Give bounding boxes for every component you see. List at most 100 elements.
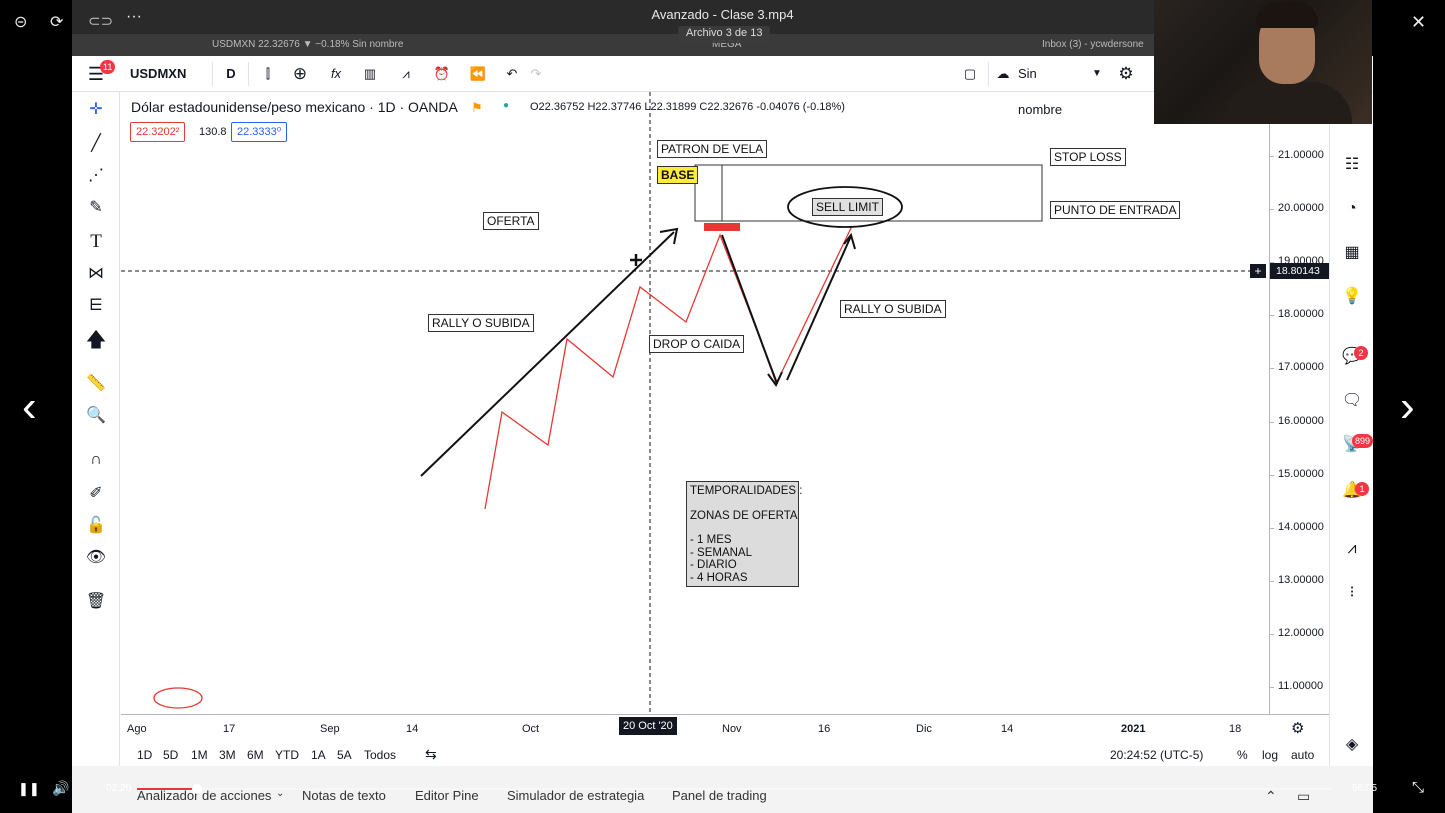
chart-title[interactable]: Dólar estadounidense/peso mexicano · 1D … (131, 99, 458, 115)
progress-knob[interactable] (191, 784, 202, 794)
redo-icon[interactable]: ↷ (524, 56, 548, 92)
presenter-shirt (1224, 82, 1352, 124)
label-punto-de-entrada[interactable]: PUNTO DE ENTRADA (1050, 201, 1181, 219)
add-alert-plus-icon[interactable]: + (1250, 264, 1266, 278)
calendar-icon[interactable]: ▦ (1339, 240, 1365, 266)
video-player: USDMXN 22.32676 ▼ −0.18% Sin nombre MEGA… (0, 0, 1445, 813)
time-label: 2021 (1121, 723, 1146, 735)
hotlist-icon[interactable]: ◔ (1339, 196, 1365, 222)
label-oferta[interactable]: OFERTA (483, 212, 539, 230)
fullscreen-icon[interactable]: ▢ (958, 56, 982, 92)
range-5a[interactable]: 5A (337, 748, 352, 762)
percent-toggle[interactable]: % (1237, 748, 1248, 762)
range-1a[interactable]: 1A (311, 748, 326, 762)
eye-icon[interactable]: 👁 (84, 546, 108, 570)
label-stop-loss[interactable]: STOP LOSS (1050, 148, 1126, 166)
magnet-icon[interactable]: ∩ (84, 448, 108, 472)
ideas-icon[interactable]: 💡 (1339, 284, 1365, 310)
settings-icon[interactable]: ⚙ (1114, 56, 1138, 92)
clock[interactable]: 20:24:52 (UTC-5) (1110, 748, 1203, 762)
layers-icon[interactable]: ◈ (1339, 732, 1365, 758)
layout-name[interactable]: Sin nombre (1018, 56, 1084, 117)
order-panel-icon[interactable]: ⁝ (1339, 580, 1365, 606)
range-ytd[interactable]: YTD (275, 748, 299, 762)
range-todos[interactable]: Todos (364, 748, 396, 762)
browser-tab-usdmxn[interactable]: USDMXN 22.32676 ▼ −0.18% Sin nombre (212, 39, 403, 50)
goto-date-icon[interactable]: ⇆ (425, 746, 437, 763)
tf-title: TEMPORALIDADES : (690, 485, 803, 497)
range-6m[interactable]: 6M (247, 748, 264, 762)
candles-icon[interactable]: ⫿ (256, 56, 280, 92)
exit-fullscreen-icon[interactable]: ⤡ (1412, 779, 1424, 796)
replay-icon[interactable]: ⏪ (466, 56, 490, 92)
label-rally-left[interactable]: RALLY O SUBIDA (428, 314, 534, 332)
ruler-icon[interactable]: 📏 (84, 372, 108, 396)
add-indicator-icon[interactable]: ⊕ (288, 56, 312, 92)
ohlc-values: O22.36752 H22.37746 L22.31899 C22.32676 … (530, 101, 845, 113)
brush-icon[interactable]: ✎ (84, 196, 108, 220)
fx-icon[interactable]: fx (324, 56, 348, 92)
timeframes-note[interactable]: TEMPORALIDADES : ZONAS DE OFERTA - 1 MES… (686, 481, 803, 587)
browser-tab-inbox[interactable]: Inbox (3) - ycwdersone (1042, 39, 1144, 50)
alert-icon[interactable]: ⏰ (430, 56, 454, 92)
arrow-up-icon[interactable]: 🡅 (84, 328, 108, 352)
zoom-icon[interactable]: 🔍 (84, 404, 108, 428)
templates-icon[interactable]: ▥ (358, 56, 382, 92)
next-video-arrow[interactable]: › (1400, 385, 1415, 429)
tf-item: - SEMANAL (690, 546, 752, 559)
time-axis[interactable]: Ago 17 Sep 14 Oct Nov 16 Dic 14 2021 18 … (121, 714, 1329, 740)
price-axis[interactable]: 21.00000 20.00000 19.00000 18.00000 17.00000… (1269, 92, 1330, 714)
axis-settings-icon[interactable]: ⚙ (1291, 719, 1304, 737)
close-icon[interactable]: ✕ (1411, 12, 1426, 33)
label-sell-limit[interactable]: SELL LIMIT (812, 198, 883, 216)
tf-item: - DIARIO (690, 559, 737, 571)
drop-arrow (721, 234, 778, 385)
range-3m[interactable]: 3M (219, 748, 236, 762)
crosshair-icon[interactable]: ✛ (84, 98, 108, 122)
range-5d[interactable]: 5D (163, 748, 178, 762)
label-patron-de-vela[interactable]: PATRON DE VELA (657, 140, 768, 158)
tradingview-window: ☰ 11 USDMXN D ⫿ ⊕ fx ▥ ⩘ ⏰ ⏪ ↶ ↷ ▢ ☁ Sin… (72, 56, 1374, 766)
lock-icon[interactable]: 🔓 (84, 514, 108, 538)
tf-item: - 1 MES (690, 534, 732, 546)
chart-canvas[interactable]: Dólar estadounidense/peso mexicano · 1D … (121, 92, 1269, 714)
compare-icon[interactable]: ⩘ (394, 56, 418, 92)
menu-badge: 11 (100, 60, 116, 74)
trash-icon[interactable]: 🗑 (84, 590, 108, 614)
prev-video-arrow[interactable]: ‹ (22, 385, 37, 429)
sell-price-box[interactable]: 22.3202² (130, 122, 186, 142)
progress-fill (137, 788, 197, 790)
ideas-badge: 899 (1352, 434, 1374, 448)
data-window-icon[interactable]: ⩘ (1339, 536, 1365, 562)
lock-drawing-icon[interactable]: ✐ (84, 482, 108, 506)
pitchfork-icon[interactable]: ⋰ (84, 164, 108, 188)
right-sidebar: ☷ ◔ ▦ 💡 💬 2 🗨 📡 899 🔔 1 ⩘ ⁝ ◈ (1329, 92, 1374, 766)
pause-icon[interactable]: ❚❚ (18, 781, 40, 797)
label-rally-right[interactable]: RALLY O SUBIDA (840, 300, 946, 318)
range-1d[interactable]: 1D (137, 748, 152, 762)
text-icon[interactable]: T (84, 230, 108, 254)
watchlist-icon[interactable]: ☷ (1339, 152, 1365, 178)
player-controls: ❚❚ 🔊 02:20 56:05 ⤡ (0, 776, 1445, 802)
auto-toggle[interactable]: auto (1291, 748, 1314, 762)
time-label: Ago (127, 723, 147, 735)
symbol-search[interactable]: USDMXN (130, 56, 200, 92)
pattern-icon[interactable]: ⋈ (84, 262, 108, 286)
time-label: Nov (722, 723, 742, 735)
volume-icon[interactable]: 🔊 (52, 780, 69, 797)
range-1m[interactable]: 1M (191, 748, 208, 762)
undo-icon[interactable]: ↶ (500, 56, 524, 92)
buy-price-box[interactable]: 22.3333⁰ (231, 122, 288, 142)
tf-zonas: ZONAS DE OFERTA (690, 509, 798, 522)
label-drop[interactable]: DROP O CAIDA (649, 335, 745, 353)
interval-selector[interactable]: D (220, 56, 242, 92)
messages-icon[interactable]: 🗨 (1339, 388, 1365, 414)
trendline-icon[interactable]: ╱ (84, 132, 108, 156)
label-base[interactable]: BASE (657, 166, 699, 184)
rally-arrow (420, 231, 675, 477)
progress-bar[interactable] (137, 784, 1332, 794)
chevron-down-icon[interactable]: ▼ (1090, 56, 1104, 92)
log-toggle[interactable]: log (1262, 748, 1278, 762)
prediction-icon[interactable]: ⋿ (84, 294, 108, 318)
price-line (484, 225, 853, 510)
